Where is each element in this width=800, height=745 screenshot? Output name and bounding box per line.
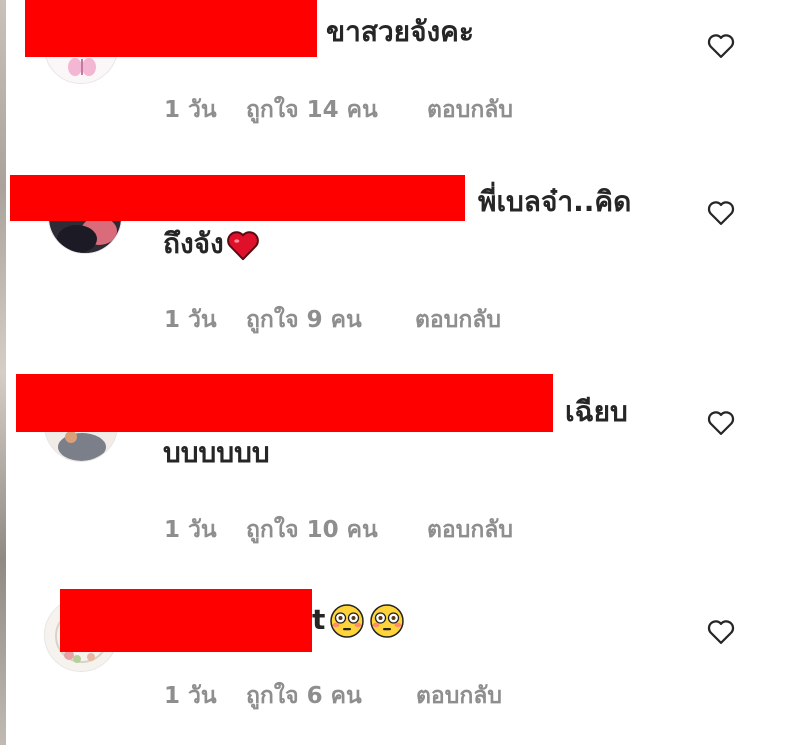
reply-link[interactable]: ตอบกลับ	[415, 302, 501, 338]
like-count[interactable]: ถูกใจ 10 คน	[246, 512, 378, 548]
comment-text-content: t	[312, 603, 326, 636]
reply-link[interactable]: ตอบกลับ	[427, 92, 513, 128]
comment-text: ขาสวยจังคะ	[326, 15, 474, 48]
comment-text: t	[312, 600, 405, 640]
like-heart-icon[interactable]	[706, 617, 736, 645]
redacted-username	[16, 374, 553, 432]
background-edge	[0, 0, 6, 745]
flushed-face-emoji-icon	[330, 604, 365, 638]
redacted-username	[10, 175, 465, 221]
comment-text-line1: เฉียบ	[565, 395, 628, 428]
comment-text-line2: ถึงจัง	[163, 224, 260, 264]
like-heart-icon[interactable]	[706, 198, 736, 226]
comment-age: 1 วัน	[164, 307, 217, 333]
like-count[interactable]: ถูกใจ 14 คน	[246, 92, 378, 128]
comment-text-line2-content: ถึงจัง	[163, 227, 224, 260]
comment-text-line1: พี่เบลจ๋า..คิด	[478, 185, 632, 218]
like-heart-icon[interactable]	[706, 31, 736, 59]
comment-age: 1 วัน	[164, 683, 217, 709]
red-heart-emoji-icon	[226, 231, 259, 261]
reply-link[interactable]: ตอบกลับ	[416, 678, 502, 714]
like-heart-icon[interactable]	[706, 408, 736, 436]
comment-age: 1 วัน	[164, 97, 217, 123]
comment-text-line2: บบบบบบ	[163, 436, 270, 469]
redacted-username	[60, 589, 312, 652]
redacted-username	[25, 0, 317, 57]
reply-link[interactable]: ตอบกลับ	[427, 512, 513, 548]
like-count[interactable]: ถูกใจ 9 คน	[246, 302, 362, 338]
comment-age: 1 วัน	[164, 517, 217, 543]
flushed-face-emoji-icon	[370, 604, 405, 638]
like-count[interactable]: ถูกใจ 6 คน	[246, 678, 362, 714]
